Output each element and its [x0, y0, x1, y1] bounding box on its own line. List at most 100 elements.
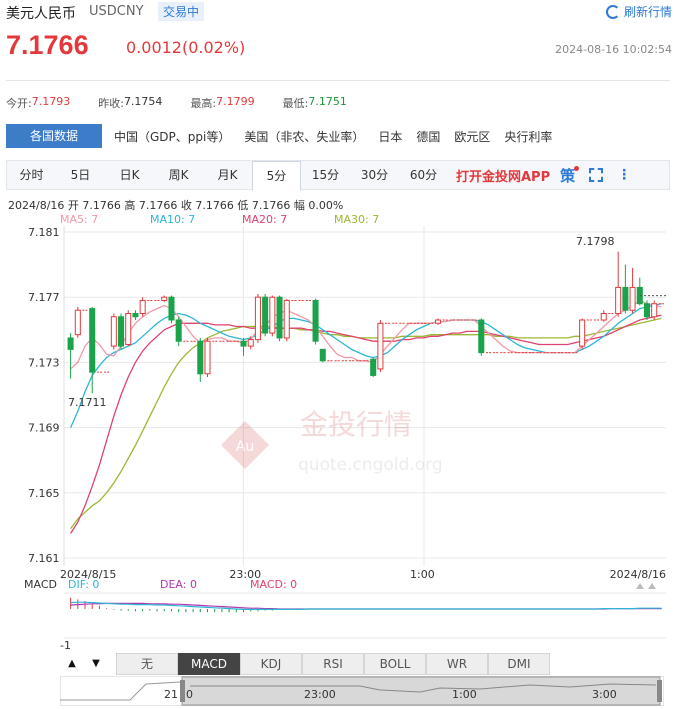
indicator-tabs: ▲ ▼ 无 MACD KDJ RSI BOLL WR DMI — [60, 653, 660, 675]
macd-legend-dea: DEA: 0 — [160, 578, 197, 591]
current-price: 7.1766 — [6, 30, 89, 60]
strategy-button[interactable]: 策 — [560, 165, 580, 186]
candle — [240, 337, 247, 356]
macd-y-label: -1 — [60, 639, 71, 652]
candle — [435, 318, 442, 325]
candle — [283, 298, 290, 342]
candle-body — [204, 340, 211, 375]
stats-row: 今开: 7.1793 昨收: 7.1754 最高: 7.1799 最低: 7.1… — [6, 95, 375, 111]
tab-eurozone[interactable]: 欧元区 — [454, 128, 490, 145]
y-tick-label: 7.181 — [28, 226, 60, 239]
divider — [6, 80, 670, 81]
y-tick-label: 7.165 — [28, 487, 60, 500]
x-tick-label: 1:00 — [410, 568, 435, 581]
stat-high-label: 最高: — [190, 97, 217, 110]
tab-indicator-macd[interactable]: MACD — [178, 653, 240, 675]
candle — [651, 300, 658, 321]
strategy-label: 策 — [560, 166, 576, 185]
candle-body — [89, 308, 96, 373]
watermark: Au 金投行情 quote.cngold.org — [220, 408, 443, 475]
tab-period-weekly[interactable]: 周K — [154, 161, 203, 189]
refresh-icon — [605, 4, 620, 19]
candle-body — [435, 319, 442, 324]
candle-body — [600, 313, 607, 321]
candle-body — [161, 296, 168, 301]
candle-body — [247, 339, 254, 347]
tab-indicator-kdj[interactable]: KDJ — [240, 653, 302, 675]
stat-open-label: 今开: — [6, 97, 32, 110]
candle — [139, 297, 146, 317]
scroll-down-icon[interactable]: ▼ — [84, 653, 108, 675]
candle — [643, 300, 651, 321]
tab-indicator-wr[interactable]: WR — [426, 653, 488, 675]
candle-body — [276, 296, 283, 339]
candle-body — [370, 358, 377, 376]
scroll-up-icon[interactable]: ▲ — [60, 653, 84, 675]
y-tick-label: 7.173 — [28, 356, 60, 369]
candlestick-chart[interactable]: MA5: 7 MA10: 7 MA20: 7 MA30: 7 7.181 7.177 7.1… — [0, 208, 676, 653]
tab-china[interactable]: 中国（GDP、ppi等） — [114, 128, 230, 145]
tab-period-60min[interactable]: 60分 — [399, 161, 448, 189]
candle — [110, 313, 117, 350]
stat-prevclose-value: 7.1754 — [123, 95, 163, 108]
tab-usa[interactable]: 美国（非农、失业率） — [244, 128, 364, 145]
tab-period-5min[interactable]: 5分 — [252, 161, 301, 191]
tab-indicator-none[interactable]: 无 — [116, 653, 178, 675]
navigator-tick: 3:00 — [592, 688, 617, 701]
candle — [629, 267, 636, 314]
stat-low-label: 最低: — [282, 97, 309, 110]
min-annotation: 7.1711 — [68, 396, 107, 409]
candle-body — [139, 299, 146, 314]
candle-body — [254, 296, 261, 341]
price-change: 0.0012(0.02%) — [126, 38, 246, 57]
refresh-button[interactable]: 刷新行情 — [605, 3, 672, 20]
candle-body — [74, 309, 81, 336]
watermark-url: quote.cngold.org — [298, 455, 443, 475]
stat-low-value: 7.1751 — [308, 95, 347, 108]
instrument-name: 美元人民币 — [6, 6, 76, 22]
tab-central-bank-rates[interactable]: 央行利率 — [504, 128, 552, 145]
candle-body — [579, 319, 586, 347]
candle — [175, 316, 182, 347]
time-navigator[interactable]: 21 0 23:00 1:00 3:00 — [60, 676, 664, 706]
more-options-icon[interactable]: ⋮ — [617, 167, 631, 183]
notification-dot — [574, 165, 580, 171]
tab-indicator-dmi[interactable]: DMI — [488, 653, 550, 675]
tab-period-15min[interactable]: 15分 — [301, 161, 350, 189]
tab-indicator-rsi[interactable]: RSI — [302, 653, 364, 675]
watermark-brand: 金投行情 — [300, 408, 412, 441]
period-tabs: 分时 5日 日K 周K 月K 5分 15分 30分 60分 打开金投网APP 策… — [6, 160, 670, 191]
candle-body — [319, 348, 326, 362]
navigator-left-label: 21 — [164, 688, 178, 701]
candle — [269, 295, 276, 337]
tab-period-daily[interactable]: 日K — [105, 161, 154, 189]
candle-body — [132, 313, 139, 318]
candle — [125, 310, 132, 347]
candle — [377, 320, 384, 373]
tab-germany[interactable]: 德国 — [416, 128, 440, 145]
macd-dea-line — [70, 602, 662, 610]
fullscreen-icon[interactable] — [589, 168, 604, 182]
tab-country-data[interactable]: 各国数据 — [6, 124, 102, 148]
candle — [132, 310, 139, 321]
candle-body — [478, 319, 485, 354]
stat-high-value: 7.1799 — [216, 95, 255, 108]
candle-body — [262, 296, 269, 334]
candle — [600, 310, 607, 322]
tab-period-30min[interactable]: 30分 — [350, 161, 399, 189]
tab-period-5day[interactable]: 5日 — [56, 161, 105, 189]
open-app-link[interactable]: 打开金投网APP — [456, 166, 550, 185]
legend-ma10: MA10: 7 — [150, 213, 195, 226]
y-tick-label: 7.177 — [28, 291, 60, 304]
tab-period-monthly[interactable]: 月K — [203, 161, 252, 189]
tab-period-timeshare[interactable]: 分时 — [7, 161, 56, 189]
macd-legend-ma20: MACD: 0 — [250, 578, 297, 591]
tab-japan[interactable]: 日本 — [378, 128, 402, 145]
navigator-zero: 0 — [186, 688, 193, 701]
instrument-code: USDCNY — [89, 4, 144, 19]
candle-body — [615, 286, 622, 314]
candle-body — [168, 296, 175, 321]
candle — [74, 306, 81, 338]
refresh-label: 刷新行情 — [623, 5, 672, 19]
tab-indicator-boll[interactable]: BOLL — [364, 653, 426, 675]
